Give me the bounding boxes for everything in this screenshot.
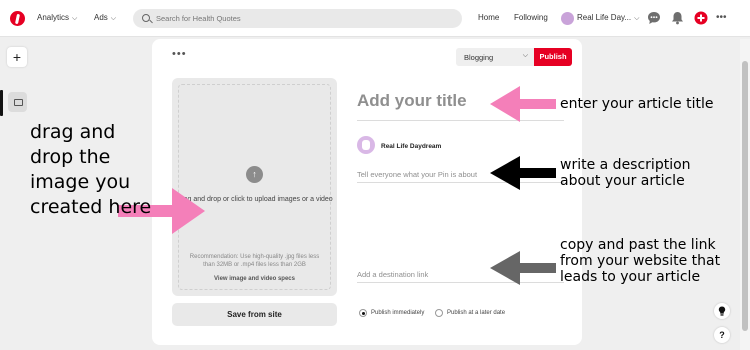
black-arrow-description [490, 156, 556, 190]
annotation-link: copy and past the link from your website… [560, 237, 721, 285]
annotation-drag-drop: drag and drop the image you created here [30, 121, 152, 218]
gray-arrow-link [490, 251, 556, 285]
annotation-title: enter your article title [560, 96, 714, 112]
pink-arrow-title [490, 86, 556, 122]
annotation-description: write a description about your article [560, 157, 691, 189]
